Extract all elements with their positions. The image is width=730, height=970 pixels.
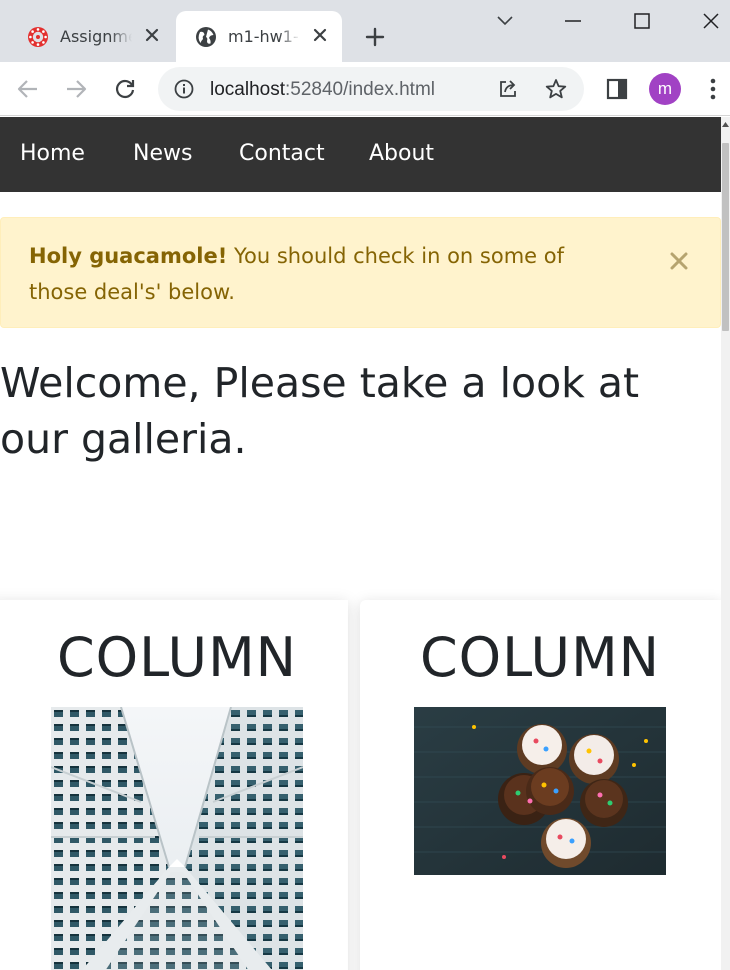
column-title: COLUMN xyxy=(419,626,661,689)
site-info-icon[interactable] xyxy=(172,77,196,101)
minimize-icon[interactable] xyxy=(558,8,588,34)
nav-contact-link[interactable]: Contact xyxy=(239,141,325,166)
page-viewport: Home News Contact About Holy guacamole! … xyxy=(0,117,721,970)
close-tab-icon[interactable] xyxy=(142,25,162,45)
alert-message: Holy guacamole! You should check in on s… xyxy=(29,238,589,310)
alert-strong: Holy guacamole! xyxy=(29,244,228,268)
warning-alert: Holy guacamole! You should check in on s… xyxy=(0,217,721,328)
maximize-icon[interactable] xyxy=(627,8,657,34)
side-panel-icon[interactable] xyxy=(603,75,631,103)
close-tab-icon[interactable] xyxy=(310,25,330,45)
column-title: COLUMN xyxy=(56,626,298,689)
scroll-up-arrow-icon[interactable] xyxy=(721,117,730,131)
kebab-menu-icon[interactable] xyxy=(699,75,727,103)
nav-news-link[interactable]: News xyxy=(133,141,192,166)
url-path: :52840/index.html xyxy=(285,79,435,100)
bookmark-star-icon[interactable] xyxy=(544,77,568,101)
tab-title: Assignments xyxy=(60,27,132,46)
url-text[interactable]: localhost:52840/index.html xyxy=(210,79,435,101)
tab-search-chevron-icon[interactable] xyxy=(490,8,520,34)
reload-icon[interactable] xyxy=(111,75,139,103)
browser-toolbar: localhost:52840/index.html m xyxy=(0,62,730,116)
gallery-card: COLUMN xyxy=(0,600,348,970)
tab-m1-hw1[interactable]: m1-hw1-index xyxy=(176,11,342,62)
forward-icon[interactable] xyxy=(62,75,90,103)
scrollbar-thumb[interactable] xyxy=(722,143,729,331)
back-icon[interactable] xyxy=(14,75,42,103)
alert-close-icon[interactable] xyxy=(665,247,693,275)
top-navbar: Home News Contact About xyxy=(0,117,721,192)
cupcakes-photo xyxy=(414,707,666,875)
share-icon[interactable] xyxy=(496,77,520,101)
nav-about-link[interactable]: About xyxy=(369,141,434,166)
gallery-card: COLUMN xyxy=(360,600,721,970)
tab-strip: Assignments m1-hw1-index xyxy=(0,0,730,62)
canvas-icon xyxy=(26,25,50,49)
close-window-icon[interactable] xyxy=(696,8,726,34)
new-tab-icon[interactable] xyxy=(362,24,388,50)
address-bar[interactable]: localhost:52840/index.html xyxy=(158,67,584,111)
profile-avatar[interactable]: m xyxy=(649,73,681,105)
nav-home-link[interactable]: Home xyxy=(20,141,85,166)
page-scrollbar[interactable] xyxy=(721,117,730,970)
url-host: localhost xyxy=(210,79,285,100)
globe-icon xyxy=(194,25,218,49)
tab-assignments[interactable]: Assignments xyxy=(14,11,174,62)
building-photo xyxy=(51,707,303,970)
page-heading: Welcome, Please take a look at our galle… xyxy=(0,359,640,463)
tab-title: m1-hw1-index xyxy=(228,27,300,46)
